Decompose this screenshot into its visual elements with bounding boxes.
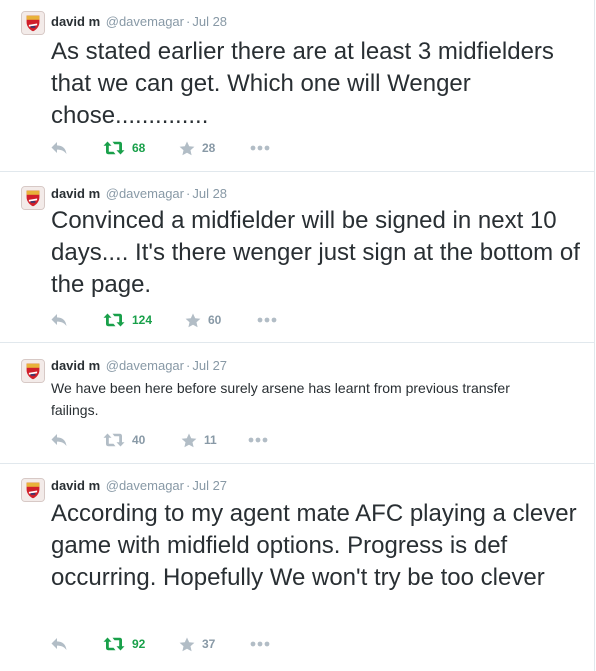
favorite-button[interactable]: 11 xyxy=(181,430,217,450)
retweet-icon xyxy=(103,637,125,651)
more-icon xyxy=(248,437,268,443)
more-button[interactable] xyxy=(248,430,268,450)
retweet-count: 124 xyxy=(132,313,153,327)
star-icon xyxy=(179,637,195,652)
display-name[interactable]: david m xyxy=(51,358,100,373)
reply-icon xyxy=(51,433,67,447)
reply-button[interactable] xyxy=(51,310,67,330)
reply-icon xyxy=(51,637,67,651)
display-name[interactable]: david m xyxy=(51,186,100,201)
display-name[interactable]: david m xyxy=(51,14,100,29)
star-icon xyxy=(181,433,197,448)
arsenal-crest-icon xyxy=(22,12,44,34)
avatar[interactable] xyxy=(21,186,45,210)
reply-button[interactable] xyxy=(51,138,67,158)
favorite-count: 11 xyxy=(204,433,217,447)
separator: · xyxy=(186,478,191,493)
tweet-date[interactable]: Jul 27 xyxy=(192,358,227,373)
tweet-header: david m @davemagar · Jul 28 xyxy=(51,10,227,34)
favorite-button[interactable]: 28 xyxy=(179,138,215,158)
separator: · xyxy=(186,358,191,373)
reply-button[interactable] xyxy=(51,634,67,654)
star-icon xyxy=(185,313,201,328)
avatar[interactable] xyxy=(21,359,45,383)
tweet[interactable]: david m @davemagar · Jul 28 As stated earl… xyxy=(0,0,594,172)
tweet-date[interactable]: Jul 27 xyxy=(192,478,227,493)
avatar[interactable] xyxy=(21,478,45,502)
separator: · xyxy=(186,186,191,201)
retweet-icon xyxy=(103,141,125,155)
tweet-actions: 92 37 xyxy=(51,634,311,654)
more-icon xyxy=(250,145,270,151)
retweet-icon xyxy=(103,313,125,327)
tweet-actions: 68 28 xyxy=(51,138,311,158)
retweet-button[interactable]: 68 xyxy=(103,138,145,158)
favorite-count: 37 xyxy=(202,637,216,651)
tweet-text: As stated earlier there are at least 3 m… xyxy=(51,38,554,129)
tweet[interactable]: david m @davemagar · Jul 27 We have been h… xyxy=(0,343,594,464)
favorite-button[interactable]: 37 xyxy=(179,634,215,654)
more-button[interactable] xyxy=(257,310,277,330)
tweet-text: We have been here before surely arsene h… xyxy=(51,380,510,418)
retweet-button[interactable]: 124 xyxy=(103,310,152,330)
favorite-count: 28 xyxy=(202,141,216,155)
arsenal-crest-icon xyxy=(22,187,44,209)
tweet-actions: 40 11 xyxy=(51,430,311,450)
tweet[interactable]: david m @davemagar · Jul 28 Convinced a mi… xyxy=(0,172,594,343)
avatar[interactable] xyxy=(21,11,45,35)
tweet-header: david m @davemagar · Jul 27 xyxy=(51,354,227,378)
separator: · xyxy=(186,14,191,29)
more-button[interactable] xyxy=(250,138,270,158)
tweet-text: According to my agent mate AFC playing a… xyxy=(51,500,577,591)
arsenal-crest-icon xyxy=(22,479,44,501)
retweet-button[interactable]: 92 xyxy=(103,634,145,654)
tweet-header: david m @davemagar · Jul 27 xyxy=(51,474,227,498)
username[interactable]: @davemagar xyxy=(106,14,184,29)
reply-button[interactable] xyxy=(51,430,67,450)
more-icon xyxy=(250,641,270,647)
retweet-count: 92 xyxy=(132,637,146,651)
retweet-button[interactable]: 40 xyxy=(103,430,145,450)
tweet-date[interactable]: Jul 28 xyxy=(192,186,227,201)
tweet-actions: 124 60 xyxy=(51,310,311,330)
tweet-text: Convinced a midfielder will be signed in… xyxy=(51,207,580,298)
username[interactable]: @davemagar xyxy=(106,358,184,373)
username[interactable]: @davemagar xyxy=(106,186,184,201)
retweet-icon xyxy=(103,433,125,447)
reply-icon xyxy=(51,313,67,327)
reply-icon xyxy=(51,141,67,155)
tweet-timeline: david m @davemagar · Jul 28 As stated earl… xyxy=(0,0,595,671)
tweet-header: david m @davemagar · Jul 28 xyxy=(51,182,227,206)
star-icon xyxy=(179,141,195,156)
favorite-button[interactable]: 60 xyxy=(185,310,221,330)
tweet-date[interactable]: Jul 28 xyxy=(192,14,227,29)
favorite-count: 60 xyxy=(208,313,222,327)
retweet-count: 68 xyxy=(132,141,146,155)
display-name[interactable]: david m xyxy=(51,478,100,493)
more-icon xyxy=(257,317,277,323)
retweet-count: 40 xyxy=(132,433,146,447)
more-button[interactable] xyxy=(250,634,270,654)
username[interactable]: @davemagar xyxy=(106,478,184,493)
tweet[interactable]: david m @davemagar · Jul 27 According to m… xyxy=(0,464,594,671)
arsenal-crest-icon xyxy=(22,360,44,382)
